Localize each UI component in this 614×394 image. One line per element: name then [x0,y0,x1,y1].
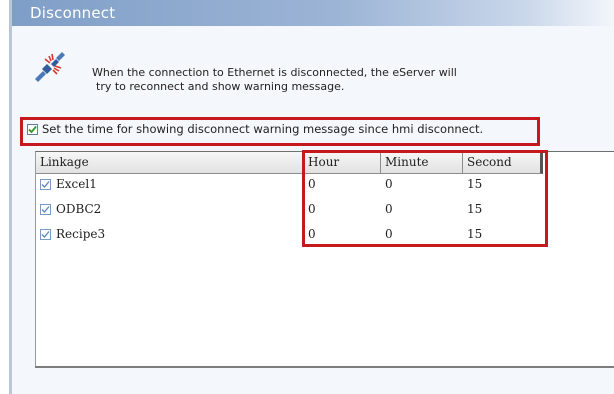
row-checkbox[interactable] [40,204,51,215]
linkage-cell: Recipe3 [36,224,304,245]
dialog-title: Disconnect [30,4,116,22]
info-line-1: When the connection to Ethernet is disco… [92,66,457,79]
linkage-cell: ODBC2 [36,199,304,220]
linkage-cell: Excel1 [36,174,304,195]
title-bar: Disconnect [12,0,614,26]
info-line-2: try to reconnect and show warning messag… [96,80,345,93]
highlight-option-box [20,117,540,146]
checkmark-icon [41,206,50,213]
column-header-linkage[interactable]: Linkage [36,152,304,174]
linkage-name: Excel1 [56,177,97,191]
info-message: When the connection to Ethernet is disco… [92,66,562,94]
highlight-time-columns-box [302,150,548,247]
linkage-name: Recipe3 [56,227,106,241]
network-disconnect-icon [35,52,65,82]
checkmark-icon [41,231,50,238]
row-checkbox[interactable] [40,229,51,240]
grid-bottom-border [35,366,614,368]
linkage-name: ODBC2 [56,202,102,216]
row-checkbox[interactable] [40,179,51,190]
checkmark-icon [41,181,50,188]
